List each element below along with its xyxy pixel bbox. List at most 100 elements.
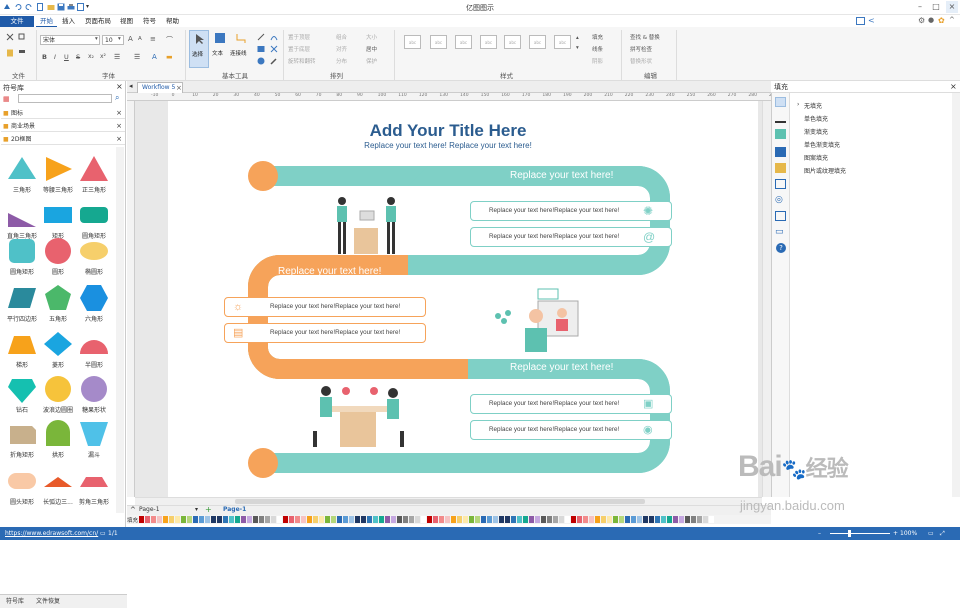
color-swatch[interactable] bbox=[349, 516, 354, 523]
color-swatch[interactable] bbox=[583, 516, 588, 523]
text-tool-button[interactable]: 文本 bbox=[211, 30, 229, 68]
text-box-5[interactable]: Replace your text here!Replace your text… bbox=[470, 394, 672, 414]
search-icon[interactable]: ⌕ bbox=[115, 93, 119, 103]
color-swatch[interactable] bbox=[463, 516, 468, 523]
color-swatch[interactable] bbox=[151, 516, 156, 523]
shape-item[interactable]: 平行四边形 bbox=[2, 280, 42, 328]
font-size-dropdown-icon[interactable]: ▾ bbox=[118, 36, 121, 42]
shape-item[interactable]: 漏斗 bbox=[74, 416, 114, 464]
color-swatch[interactable] bbox=[565, 516, 570, 523]
menu-symbols[interactable]: 符号 bbox=[139, 16, 160, 27]
color-swatch[interactable] bbox=[601, 516, 606, 523]
color-swatch[interactable] bbox=[271, 516, 276, 523]
comment-icon[interactable]: ▭ bbox=[775, 227, 784, 237]
menu-home[interactable]: 开始 bbox=[36, 16, 57, 27]
horizontal-scroll-thumb[interactable] bbox=[235, 499, 645, 504]
message-icon[interactable] bbox=[856, 17, 865, 25]
fit-page-icon[interactable]: ▭ bbox=[928, 527, 934, 540]
shape-item[interactable]: 长弧边三... bbox=[38, 463, 78, 511]
color-swatch[interactable] bbox=[661, 516, 666, 523]
spell-check-button[interactable]: 拼写检查 bbox=[630, 45, 652, 53]
color-swatch[interactable] bbox=[295, 516, 300, 523]
fill-option-picture-texture[interactable]: 图片或纹理填充 bbox=[804, 166, 846, 175]
rotate-flip-button[interactable]: 旋转和翻转 bbox=[288, 57, 316, 65]
styles-scroll-down-icon[interactable]: ▾ bbox=[576, 45, 579, 51]
zoom-level[interactable]: 100% bbox=[900, 527, 917, 540]
color-swatch[interactable] bbox=[163, 516, 168, 523]
menu-insert[interactable]: 插入 bbox=[58, 16, 79, 27]
color-swatch[interactable] bbox=[265, 516, 270, 523]
color-swatch[interactable] bbox=[541, 516, 546, 523]
text-box-2[interactable]: Replace your text here!Replace your text… bbox=[470, 227, 672, 247]
grow-font-icon[interactable]: A bbox=[128, 35, 133, 43]
center-button[interactable]: 居中 bbox=[366, 45, 377, 53]
color-swatch[interactable] bbox=[433, 516, 438, 523]
menu-view[interactable]: 视图 bbox=[116, 16, 137, 27]
curve-tool-icon[interactable] bbox=[270, 33, 278, 41]
color-swatch[interactable] bbox=[337, 516, 342, 523]
color-swatch[interactable] bbox=[571, 516, 576, 523]
shape-item[interactable]: 糖果形状 bbox=[74, 371, 114, 419]
find-replace-button[interactable]: 查找 & 替换 bbox=[630, 33, 660, 41]
color-swatch[interactable] bbox=[667, 516, 672, 523]
color-swatch[interactable] bbox=[553, 516, 558, 523]
color-swatch[interactable] bbox=[277, 516, 282, 523]
website-link[interactable]: https://www.edrawsoft.com/cn/ bbox=[5, 527, 98, 540]
align-icon[interactable]: ≡ bbox=[150, 35, 156, 43]
send-to-back-button[interactable]: 置于底层 bbox=[288, 45, 310, 53]
color-swatch[interactable] bbox=[649, 516, 654, 523]
band-heading-2[interactable]: Replace your text here! bbox=[278, 266, 381, 277]
shape-item[interactable]: 圆形 bbox=[38, 233, 78, 281]
page-select-dropdown-icon[interactable]: ▾ bbox=[195, 506, 198, 513]
color-swatch[interactable] bbox=[241, 516, 246, 523]
line-style-icon[interactable]: ⌒ bbox=[166, 35, 173, 45]
color-swatch[interactable] bbox=[481, 516, 486, 523]
color-swatch[interactable] bbox=[157, 516, 162, 523]
fill-option-gradient[interactable]: 渐变填充 bbox=[804, 127, 828, 136]
add-page-icon[interactable]: + bbox=[205, 505, 212, 514]
shape-item[interactable]: 六角形 bbox=[74, 280, 114, 328]
color-swatch[interactable] bbox=[181, 516, 186, 523]
shape-item[interactable]: 折角矩形 bbox=[2, 416, 42, 464]
band-heading-3[interactable]: Replace your text here! bbox=[510, 362, 613, 373]
color-swatch[interactable] bbox=[307, 516, 312, 523]
page-properties-icon[interactable] bbox=[775, 179, 786, 189]
color-swatch[interactable] bbox=[229, 516, 234, 523]
menu-help[interactable]: 帮助 bbox=[162, 16, 183, 27]
document-tab-close-icon[interactable]: × bbox=[176, 83, 182, 93]
copy-icon[interactable] bbox=[18, 33, 26, 41]
color-swatch[interactable] bbox=[451, 516, 456, 523]
color-swatch[interactable] bbox=[679, 516, 684, 523]
color-swatch[interactable] bbox=[691, 516, 696, 523]
shape-item[interactable]: 三角形 bbox=[2, 151, 42, 199]
library-scrollbar[interactable] bbox=[116, 147, 124, 513]
color-swatch[interactable] bbox=[367, 516, 372, 523]
text-box-4[interactable]: ▤ Replace your text here!Replace your tex… bbox=[224, 323, 426, 343]
page-select[interactable]: Page-1 bbox=[139, 506, 160, 513]
color-swatch[interactable] bbox=[391, 516, 396, 523]
menu-file[interactable]: 文件 bbox=[0, 16, 34, 27]
fill-button[interactable]: 填充 bbox=[592, 33, 603, 41]
numbered-list-icon[interactable]: ☰ bbox=[134, 53, 140, 61]
library-icons[interactable]: ■ 图标 × bbox=[1, 108, 125, 119]
color-swatch[interactable] bbox=[529, 516, 534, 523]
zoom-out-icon[interactable]: – bbox=[818, 527, 821, 540]
maximize-icon[interactable]: □ bbox=[930, 1, 942, 13]
shadow-button[interactable]: 阴影 bbox=[592, 57, 603, 65]
color-swatch[interactable] bbox=[187, 516, 192, 523]
underline-icon[interactable]: U bbox=[64, 53, 69, 61]
shape-item[interactable]: 圆角矩形 bbox=[2, 233, 42, 281]
distribute-button[interactable]: 分布 bbox=[336, 57, 347, 65]
rectangle-tool-icon[interactable] bbox=[257, 45, 265, 53]
select-tool-button[interactable]: 选择 bbox=[189, 30, 209, 68]
color-swatch[interactable] bbox=[577, 516, 582, 523]
shape-item[interactable]: 钻石 bbox=[2, 371, 42, 419]
color-swatch[interactable] bbox=[145, 516, 150, 523]
shadow-properties-icon[interactable] bbox=[775, 129, 786, 139]
shape-item[interactable]: 拱形 bbox=[38, 416, 78, 464]
style-swatch[interactable]: abc bbox=[554, 35, 571, 49]
style-swatch[interactable]: abc bbox=[504, 35, 521, 49]
color-swatch[interactable] bbox=[697, 516, 702, 523]
highlight-icon[interactable]: ▬ bbox=[166, 53, 173, 61]
vertical-scrollbar[interactable] bbox=[762, 101, 771, 497]
